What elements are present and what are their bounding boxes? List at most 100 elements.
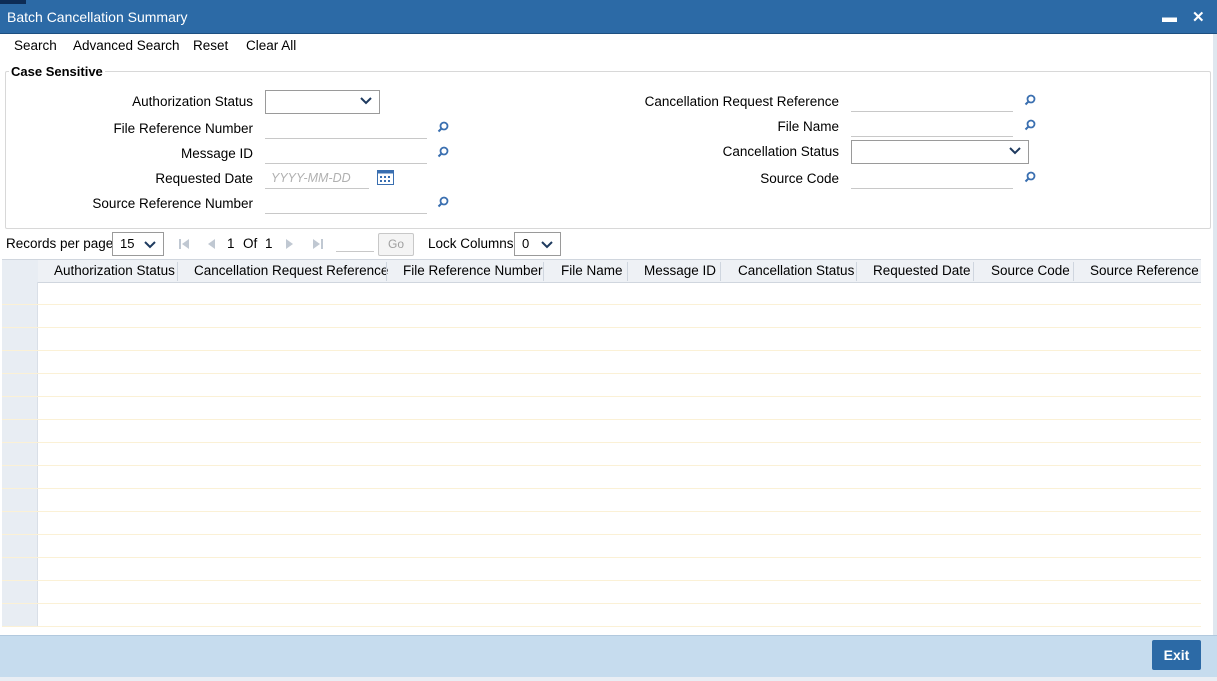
column-header[interactable]: Cancellation Request Reference (194, 263, 388, 278)
chevron-down-icon (360, 97, 372, 105)
current-page: 1 (227, 236, 235, 251)
row-selector[interactable] (2, 604, 38, 626)
chevron-down-icon (144, 241, 156, 249)
source-reference-number-input[interactable] (265, 193, 427, 214)
row-selector[interactable] (2, 397, 38, 419)
row-selector[interactable] (2, 282, 38, 304)
table-row[interactable] (2, 282, 1201, 305)
message-id-label: Message ID (180, 146, 253, 161)
table-row[interactable] (2, 581, 1201, 604)
cancellation-request-reference-label: Cancellation Request Reference (644, 94, 839, 109)
source-code-input[interactable] (851, 168, 1013, 189)
column-header[interactable]: Source Reference N (1090, 263, 1201, 278)
table-row[interactable] (2, 558, 1201, 581)
search-button[interactable]: Search (14, 38, 57, 53)
lock-columns-select[interactable]: 0 (514, 232, 561, 256)
chevron-down-icon (541, 241, 553, 249)
select-all-cell[interactable] (2, 260, 38, 283)
table-row[interactable] (2, 604, 1201, 627)
cancellation-status-label: Cancellation Status (722, 144, 839, 159)
table-row[interactable] (2, 305, 1201, 328)
row-selector[interactable] (2, 489, 38, 511)
file-reference-number-input[interactable] (265, 118, 427, 139)
table-row[interactable] (2, 351, 1201, 374)
clear-all-button[interactable]: Clear All (246, 38, 296, 53)
row-selector[interactable] (2, 512, 38, 534)
row-selector[interactable] (2, 558, 38, 580)
last-page-icon[interactable] (312, 238, 324, 250)
search-icon[interactable] (1024, 119, 1036, 131)
search-icon[interactable] (1024, 171, 1036, 183)
message-id-input[interactable] (265, 143, 427, 164)
search-icon[interactable] (437, 121, 449, 133)
calendar-icon[interactable] (377, 169, 394, 185)
table-row[interactable] (2, 443, 1201, 466)
chevron-down-icon (1009, 147, 1021, 155)
row-selector[interactable] (2, 581, 38, 603)
records-per-page-select[interactable]: 15 (112, 232, 164, 256)
table-row[interactable] (2, 397, 1201, 420)
next-page-icon[interactable] (285, 238, 295, 250)
row-selector[interactable] (2, 420, 38, 442)
column-header[interactable]: File Name (561, 263, 623, 278)
authorization-status-select[interactable] (265, 90, 380, 114)
column-header[interactable]: File Reference Number (403, 263, 543, 278)
title-corner-accent (0, 0, 26, 4)
table-row[interactable] (2, 466, 1201, 489)
vertical-scrollbar[interactable] (1213, 34, 1217, 635)
go-button[interactable]: Go (378, 233, 414, 256)
results-table: Authorization Status Cancellation Reques… (2, 259, 1201, 627)
column-header[interactable]: Requested Date (873, 263, 971, 278)
table-row[interactable] (2, 420, 1201, 443)
first-page-icon[interactable] (178, 238, 190, 250)
advanced-search-button[interactable]: Advanced Search (73, 38, 180, 53)
row-selector[interactable] (2, 305, 38, 327)
toolbar: Search Advanced Search Reset Clear All (0, 34, 1217, 58)
row-selector[interactable] (2, 374, 38, 396)
lock-columns-value: 0 (522, 236, 530, 251)
row-selector[interactable] (2, 535, 38, 557)
records-per-page-label: Records per page (6, 236, 114, 251)
column-header[interactable]: Authorization Status (54, 263, 175, 278)
file-name-input[interactable] (851, 116, 1013, 137)
table-row[interactable] (2, 489, 1201, 512)
column-header[interactable]: Source Code (991, 263, 1070, 278)
table-row[interactable] (2, 374, 1201, 397)
file-reference-number-label: File Reference Number (113, 121, 253, 136)
row-selector[interactable] (2, 351, 38, 373)
requested-date-label: Requested Date (155, 171, 253, 186)
case-sensitive-legend: Case Sensitive (9, 64, 105, 79)
reset-button[interactable]: Reset (193, 38, 228, 53)
footer-bar (0, 635, 1217, 678)
cancellation-request-reference-input[interactable] (851, 91, 1013, 112)
file-name-label: File Name (777, 119, 839, 134)
row-selector[interactable] (2, 328, 38, 350)
authorization-status-label: Authorization Status (132, 94, 253, 109)
requested-date-placeholder: YYYY-MM-DD (271, 171, 351, 185)
of-label: Of (243, 236, 258, 251)
cancellation-status-select[interactable] (851, 140, 1029, 164)
search-icon[interactable] (1024, 94, 1036, 106)
source-reference-number-label: Source Reference Number (92, 196, 253, 211)
row-selector[interactable] (2, 443, 38, 465)
window-title: Batch Cancellation Summary (7, 9, 188, 25)
source-code-label: Source Code (760, 171, 839, 186)
exit-button[interactable]: Exit (1152, 640, 1201, 670)
table-row[interactable] (2, 512, 1201, 535)
records-per-page-value: 15 (120, 236, 135, 251)
close-icon[interactable]: ✕ (1192, 8, 1205, 26)
search-icon[interactable] (437, 196, 449, 208)
column-header[interactable]: Cancellation Status (738, 263, 854, 278)
previous-page-icon[interactable] (206, 238, 216, 250)
bottom-border (0, 677, 1217, 681)
column-header[interactable]: Message ID (644, 263, 716, 278)
minimize-icon[interactable]: ▬ (1162, 9, 1177, 26)
table-row[interactable] (2, 535, 1201, 558)
search-icon[interactable] (437, 146, 449, 158)
lock-columns-label: Lock Columns (428, 236, 514, 251)
page-number-input[interactable] (336, 251, 374, 252)
row-selector[interactable] (2, 466, 38, 488)
table-row[interactable] (2, 328, 1201, 351)
total-pages: 1 (265, 236, 273, 251)
table-header: Authorization Status Cancellation Reques… (2, 259, 1201, 283)
